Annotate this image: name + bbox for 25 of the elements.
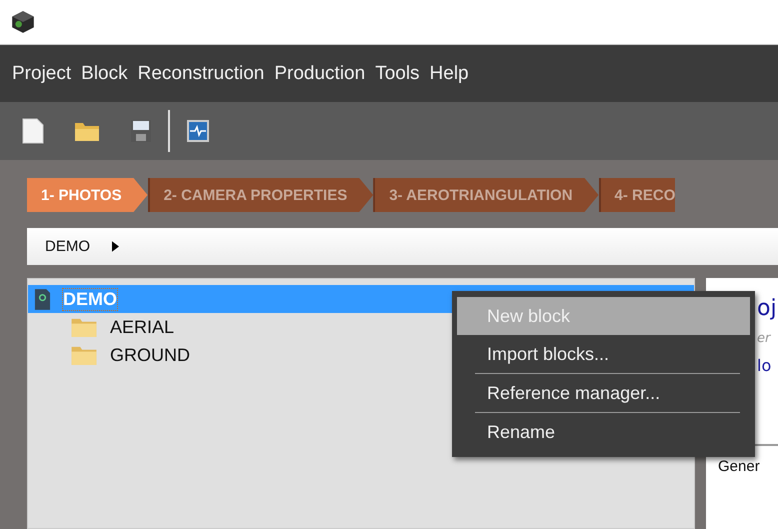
tree-item[interactable]: GROUND: [110, 344, 190, 366]
save-icon[interactable]: [130, 119, 152, 143]
breadcrumb-item[interactable]: DEMO: [45, 238, 90, 255]
context-menu-item[interactable]: Rename: [457, 413, 750, 451]
folder-icon: [70, 344, 98, 366]
new-file-icon[interactable]: [22, 118, 44, 144]
project-icon: [34, 288, 51, 310]
section-label: Gener: [718, 458, 761, 475]
app-logo-icon: [10, 9, 36, 35]
menu-item[interactable]: Tools: [375, 62, 420, 84]
monitor-icon[interactable]: [186, 119, 210, 143]
context-menu-item[interactable]: Reference manager...: [457, 374, 750, 412]
folder-icon: [70, 316, 98, 338]
menu-item[interactable]: Help: [430, 62, 469, 84]
block-link[interactable]: lo: [757, 356, 772, 375]
project-title: oj: [757, 296, 777, 321]
subtitle-text: er: [757, 331, 770, 346]
folder-icon[interactable]: [74, 120, 100, 142]
menu-item[interactable]: Project: [12, 62, 72, 84]
menu-item[interactable]: Production: [274, 62, 366, 84]
tree-item[interactable]: AERIAL: [110, 316, 174, 338]
caret-icon[interactable]: [112, 241, 119, 252]
menu-item[interactable]: Reconstruction: [138, 62, 264, 84]
context-menu-item[interactable]: Import blocks...: [457, 335, 750, 373]
menu-item[interactable]: Block: [81, 62, 128, 84]
